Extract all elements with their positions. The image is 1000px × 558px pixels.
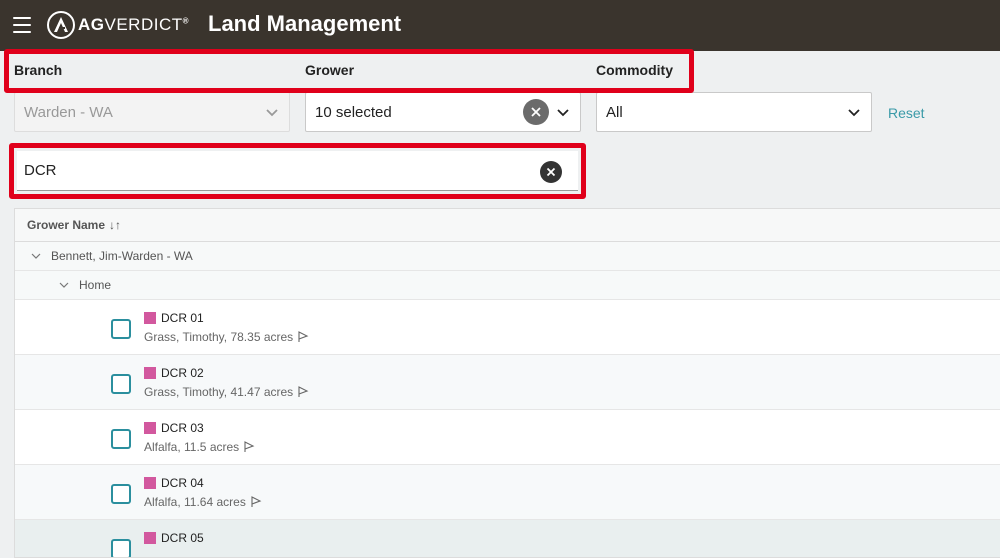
table-row[interactable]: DCR 05 bbox=[15, 520, 1000, 557]
sort-icon[interactable]: ↓↑ bbox=[109, 218, 121, 232]
flag-icon[interactable] bbox=[250, 496, 262, 508]
table-row[interactable]: DCR 02 Grass, Timothy, 41.47 acres bbox=[15, 355, 1000, 410]
field-name: DCR 02 bbox=[161, 366, 204, 380]
search-value: DCR bbox=[24, 162, 57, 179]
field-detail: Alfalfa, 11.5 acres bbox=[144, 440, 255, 454]
fields-grid: Grower Name ↓↑ Bennett, Jim-Warden - WA … bbox=[14, 208, 1000, 558]
field-detail: Grass, Timothy, 41.47 acres bbox=[144, 385, 309, 399]
commodity-value: All bbox=[606, 103, 623, 121]
caret-down-icon[interactable] bbox=[59, 280, 69, 290]
field-color-swatch bbox=[144, 312, 156, 324]
row-checkbox[interactable] bbox=[111, 319, 131, 339]
branch-value: Warden - WA bbox=[24, 103, 113, 121]
field-color-swatch bbox=[144, 532, 156, 544]
flag-icon[interactable] bbox=[297, 386, 309, 398]
table-row[interactable]: DCR 04 Alfalfa, 11.64 acres bbox=[15, 465, 1000, 520]
field-detail: Alfalfa, 11.64 acres bbox=[144, 495, 262, 509]
search-input[interactable]: DCR bbox=[17, 151, 578, 191]
logo-text: AGVERDICT® bbox=[78, 15, 190, 34]
agverdict-logo[interactable]: AGVERDICT® bbox=[47, 10, 189, 40]
branch-label: Branch bbox=[14, 62, 63, 78]
flag-icon[interactable] bbox=[243, 441, 255, 453]
row-checkbox[interactable] bbox=[111, 539, 131, 557]
grid-header: Grower Name ↓↑ bbox=[15, 209, 1000, 242]
table-row[interactable]: DCR 01 Grass, Timothy, 78.35 acres bbox=[15, 300, 1000, 355]
grower-value: 10 selected bbox=[315, 103, 392, 121]
field-color-swatch bbox=[144, 477, 156, 489]
field-name: DCR 03 bbox=[161, 421, 204, 435]
logo-icon bbox=[47, 11, 75, 39]
group-label-grower: Bennett, Jim-Warden - WA bbox=[51, 249, 193, 263]
grower-clear-icon[interactable] bbox=[523, 99, 549, 125]
row-checkbox[interactable] bbox=[111, 374, 131, 394]
column-header-grower-name[interactable]: Grower Name bbox=[27, 218, 105, 232]
page-title: Land Management bbox=[208, 11, 402, 36]
grower-label: Grower bbox=[305, 62, 355, 78]
table-row[interactable]: DCR 03 Alfalfa, 11.5 acres bbox=[15, 410, 1000, 465]
top-bar: AGVERDICT® Land Management bbox=[0, 0, 1000, 51]
row-checkbox[interactable] bbox=[111, 429, 131, 449]
field-detail: Grass, Timothy, 78.35 acres bbox=[144, 330, 309, 344]
group-row-grower[interactable]: Bennett, Jim-Warden - WA bbox=[15, 242, 1000, 271]
commodity-label: Commodity bbox=[596, 62, 673, 78]
search-clear-icon[interactable] bbox=[540, 161, 562, 183]
chevron-down-icon bbox=[266, 109, 278, 117]
caret-down-icon[interactable] bbox=[31, 251, 41, 261]
group-label-farm: Home bbox=[79, 278, 112, 292]
chevron-down-icon bbox=[557, 109, 569, 117]
field-color-swatch bbox=[144, 367, 156, 379]
flag-icon[interactable] bbox=[297, 331, 309, 343]
field-name: DCR 04 bbox=[161, 476, 204, 490]
row-checkbox[interactable] bbox=[111, 484, 131, 504]
field-color-swatch bbox=[144, 422, 156, 434]
field-name: DCR 05 bbox=[161, 531, 204, 545]
branch-select[interactable]: Warden - WA bbox=[14, 92, 290, 132]
field-name: DCR 01 bbox=[161, 311, 204, 325]
hamburger-icon[interactable] bbox=[13, 17, 31, 33]
reset-button[interactable]: Reset bbox=[888, 105, 925, 121]
chevron-down-icon bbox=[848, 109, 860, 117]
group-row-farm[interactable]: Home bbox=[15, 271, 1000, 300]
commodity-select[interactable]: All bbox=[596, 92, 872, 132]
